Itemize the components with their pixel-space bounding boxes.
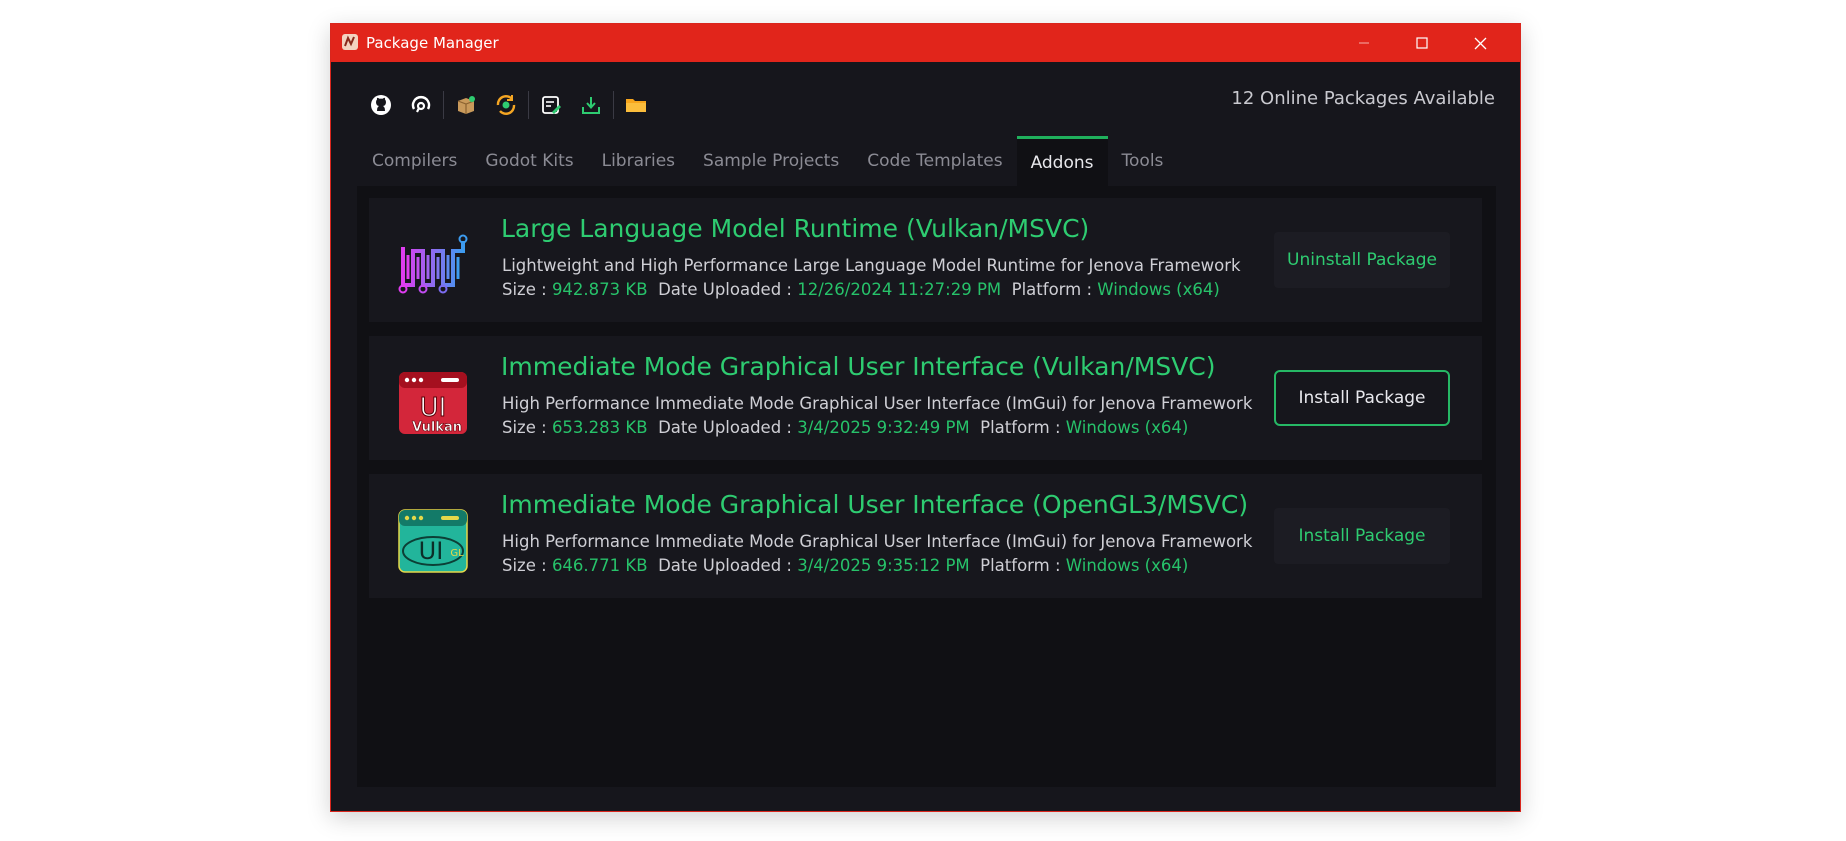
edit-package-icon (542, 96, 561, 114)
date-label: Date Uploaded : (658, 418, 792, 437)
package-description: Lightweight and High Performance Large L… (502, 256, 1241, 275)
size-value: 653.283 KB (551, 418, 648, 437)
open-folder-button[interactable] (616, 86, 656, 124)
llm-runtime-icon (398, 234, 468, 294)
icon-subtext: GL (450, 548, 464, 559)
package-manager-window: Package Manager 12 Online Packages Avail… (330, 23, 1521, 812)
package-title: Large Language Model Runtime (Vulkan/MSV… (501, 214, 1090, 243)
icon-subtext: Vulkan (412, 420, 462, 435)
imgui-vulkan-icon: UI Vulkan (399, 372, 467, 435)
window-title: Package Manager (366, 34, 499, 52)
update-button[interactable] (486, 86, 526, 124)
date-value: 3/4/2025 9:35:12 PM (797, 556, 970, 575)
package-icon (457, 96, 475, 114)
github-button[interactable] (361, 86, 401, 124)
size-value: 646.771 KB (551, 556, 648, 575)
tab-addons[interactable]: Addons (1016, 136, 1108, 186)
platform-label: Platform : (980, 556, 1061, 575)
package-description: High Performance Immediate Mode Graphica… (502, 532, 1253, 551)
package-card: UI Vulkan Immediate Mode Graphical User … (369, 336, 1482, 460)
tab-sample-projects[interactable]: Sample Projects (689, 136, 853, 186)
minimize-icon (1359, 42, 1369, 44)
toolbar-separator (443, 91, 444, 119)
package-button[interactable] (446, 86, 486, 124)
platform-value: Windows (x64) (1097, 280, 1220, 299)
install-package-button[interactable]: Install Package (1274, 370, 1450, 426)
platform-value: Windows (x64) (1065, 556, 1189, 575)
date-value: 12/26/2024 11:27:29 PM (797, 280, 1002, 299)
toolbar-separator (613, 91, 614, 119)
package-card: Large Language Model Runtime (Vulkan/MSV… (369, 198, 1482, 322)
size-value: 942.873 KB (551, 280, 648, 299)
category-tabs: Compilers Godot Kits Libraries Sample Pr… (358, 136, 1177, 186)
icon-text: UI (419, 537, 444, 565)
date-label: Date Uploaded : (658, 556, 792, 575)
package-meta: Size : 646.771 KB Date Uploaded : 3/4/20… (502, 556, 1188, 575)
package-list: Large Language Model Runtime (Vulkan/MSV… (357, 186, 1496, 787)
size-label: Size : (502, 418, 547, 437)
install-package-button[interactable]: Install Package (1274, 508, 1450, 564)
tab-libraries[interactable]: Libraries (588, 136, 689, 186)
package-meta: Size : 942.873 KB Date Uploaded : 12/26/… (502, 280, 1220, 299)
package-title: Immediate Mode Graphical User Interface … (501, 352, 1216, 381)
platform-value: Windows (x64) (1065, 418, 1189, 437)
toolbar (361, 86, 656, 124)
tab-tools[interactable]: Tools (1108, 136, 1178, 186)
package-description: High Performance Immediate Mode Graphica… (502, 394, 1253, 413)
date-value: 3/4/2025 9:32:49 PM (797, 418, 970, 437)
maximize-button[interactable] (1393, 24, 1451, 62)
support-button[interactable] (401, 86, 441, 124)
imgui-opengl-icon: UI GL (398, 509, 468, 573)
size-label: Size : (502, 556, 547, 575)
toolbar-separator (528, 91, 529, 119)
folder-icon (626, 99, 646, 112)
size-label: Size : (502, 280, 547, 299)
update-icon (496, 95, 516, 115)
platform-label: Platform : (1011, 280, 1093, 299)
download-icon (582, 97, 600, 114)
support-icon (411, 96, 431, 113)
date-label: Date Uploaded : (658, 280, 792, 299)
tab-godot-kits[interactable]: Godot Kits (471, 136, 587, 186)
maximize-icon (1416, 37, 1428, 49)
package-meta: Size : 653.283 KB Date Uploaded : 3/4/20… (502, 418, 1188, 437)
github-icon (371, 95, 391, 115)
icon-text: UI (420, 393, 447, 423)
package-title: Immediate Mode Graphical User Interface … (501, 490, 1249, 519)
online-packages-count: 12 Online Packages Available (1231, 88, 1495, 109)
package-card: UI GL Immediate Mode Graphical User Inte… (369, 474, 1482, 598)
platform-label: Platform : (980, 418, 1061, 437)
tab-compilers[interactable]: Compilers (358, 136, 471, 186)
download-button[interactable] (571, 86, 611, 124)
title-bar[interactable]: Package Manager (331, 24, 1520, 62)
close-icon (1474, 37, 1486, 49)
edit-package-button[interactable] (531, 86, 571, 124)
close-button[interactable] (1451, 24, 1509, 62)
app-logo-icon (342, 34, 358, 50)
minimize-button[interactable] (1335, 24, 1393, 62)
tab-code-templates[interactable]: Code Templates (853, 136, 1016, 186)
uninstall-package-button[interactable]: Uninstall Package (1274, 232, 1450, 288)
